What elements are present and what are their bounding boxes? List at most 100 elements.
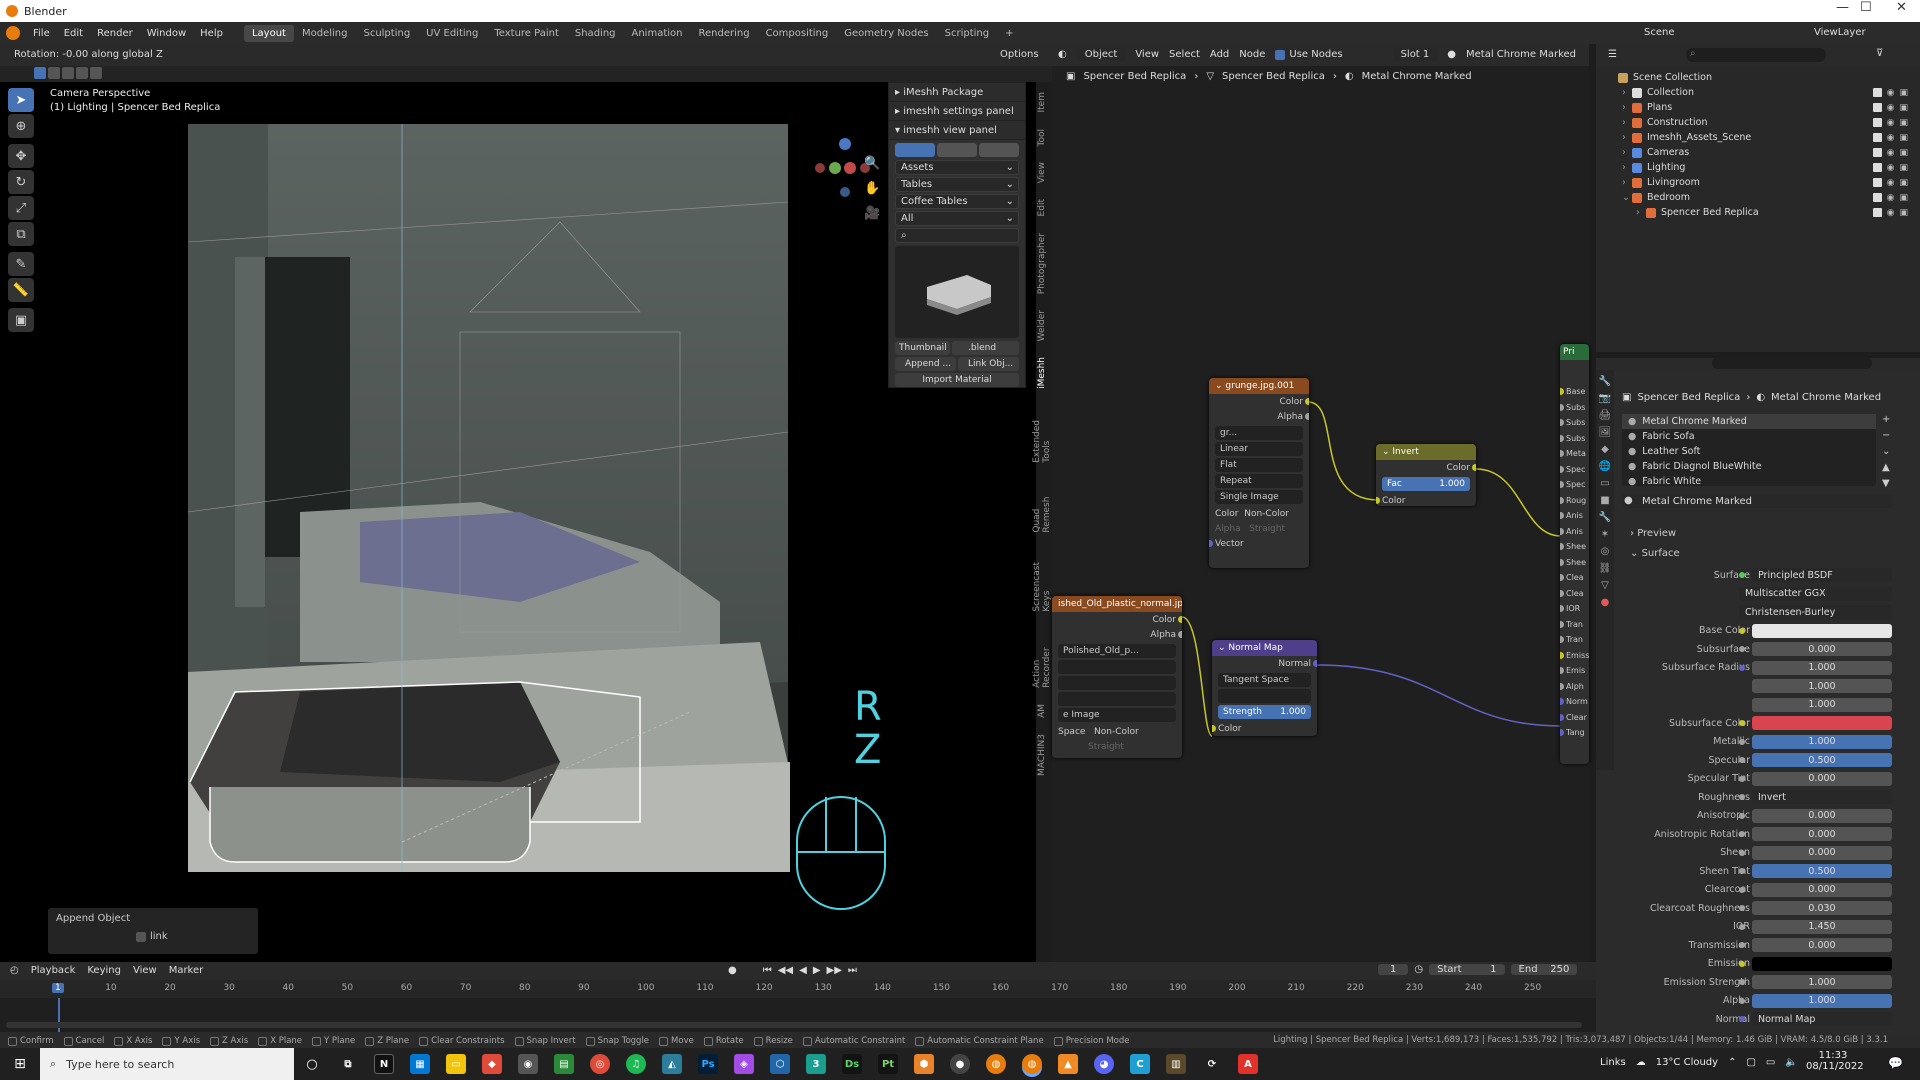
subsurface-method-dropdown[interactable]: Christensen-Burley: [1739, 605, 1892, 619]
app-icon[interactable]: ▥: [1166, 1054, 1186, 1074]
checkbox-icon[interactable]: [1872, 102, 1882, 112]
outliner-item[interactable]: › Cameras ◉ ▣: [1596, 145, 1920, 160]
material-name-field[interactable]: Metal Chrome Marked: [1466, 49, 1576, 60]
checkbox-icon[interactable]: [1872, 162, 1882, 172]
scale-tool[interactable]: ⤢: [8, 196, 34, 220]
disclosure-icon[interactable]: ›: [1622, 147, 1632, 158]
discord-icon[interactable]: ◕: [1094, 1054, 1114, 1074]
workspace-tab[interactable]: Modeling: [294, 25, 356, 42]
app-icon[interactable]: ◈: [734, 1054, 754, 1074]
asset-thumbnail[interactable]: [895, 246, 1019, 338]
add-slot-button[interactable]: +: [1882, 414, 1890, 425]
jump-end-icon[interactable]: ⏭: [848, 965, 857, 976]
extension-dropdown[interactable]: Repeat: [1215, 474, 1303, 488]
filter-icon[interactable]: ⊽: [1876, 48, 1883, 59]
last-operator-panel[interactable]: Append Object link: [48, 908, 258, 954]
socket-icon[interactable]: [1739, 923, 1745, 930]
distribution-dropdown[interactable]: Multiscatter GGX: [1739, 586, 1892, 601]
select-mode-subtract-icon[interactable]: [62, 67, 74, 79]
render-tab-icon[interactable]: 📷: [1599, 393, 1611, 404]
socket-icon[interactable]: [1739, 905, 1745, 911]
modifier-tab-icon[interactable]: 🔧: [1599, 512, 1611, 523]
asset-category-dropdown[interactable]: Assets ⌄: [895, 160, 1019, 175]
annotate-tool[interactable]: ✎: [8, 252, 34, 276]
workspace-tab[interactable]: Layout: [243, 24, 294, 42]
end-frame-field[interactable]: End 250: [1510, 964, 1578, 975]
close-button[interactable]: ✕: [1896, 0, 1907, 15]
socket-icon[interactable]: [1739, 720, 1745, 726]
uv-map-field[interactable]: [1218, 689, 1311, 703]
marker-menu[interactable]: Marker: [169, 965, 204, 976]
camera-icon[interactable]: ▣: [1899, 88, 1908, 98]
jump-start-icon[interactable]: ⏮: [763, 965, 772, 976]
npanel-tab[interactable]: Welder: [1036, 308, 1048, 343]
append-button[interactable]: Append ...: [895, 357, 956, 371]
designer-icon[interactable]: Ds: [842, 1054, 862, 1074]
app-icon[interactable]: ◉: [518, 1054, 538, 1074]
zoom-icon[interactable]: 🔍: [864, 156, 880, 171]
workspace-tab[interactable]: Geometry Nodes: [836, 25, 936, 42]
disclosure-icon[interactable]: ›: [1622, 177, 1632, 188]
editor-type-icon[interactable]: ◴: [10, 965, 19, 976]
camera-icon[interactable]: ▣: [1899, 208, 1908, 218]
app-icon[interactable]: C: [1130, 1054, 1150, 1074]
taskbar-search-box[interactable]: ⌕ Type here to search: [40, 1048, 294, 1080]
projection-dropdown[interactable]: Flat: [1215, 458, 1303, 472]
material-slot-list[interactable]: ● Metal Chrome Marked ● Fabric Sofa ● Leather…: [1622, 414, 1876, 487]
app-icon[interactable]: ◆: [482, 1054, 502, 1074]
disclosure-icon[interactable]: ›: [1622, 87, 1632, 98]
workspace-tab[interactable]: Animation: [624, 25, 691, 42]
socket-icon[interactable]: [1739, 812, 1745, 819]
select-mode-invert-icon[interactable]: [76, 67, 88, 79]
select-mode-intersect-icon[interactable]: [90, 67, 102, 79]
menu-help[interactable]: Help: [193, 28, 230, 39]
colorspace-row[interactable]: Space Non-Color: [1052, 724, 1182, 739]
thumbnail-button[interactable]: Thumbnail: [895, 341, 950, 355]
shader-input-field[interactable]: [1752, 716, 1892, 730]
weather-widget[interactable]: 13°C Cloudy: [1656, 1057, 1718, 1068]
source-dropdown[interactable]: Single Image: [1215, 490, 1303, 504]
blender-menu-icon[interactable]: [6, 26, 20, 40]
checkbox-icon[interactable]: [1872, 132, 1882, 142]
node-menu-view[interactable]: View: [1135, 49, 1159, 60]
record-icon[interactable]: ●: [728, 965, 737, 976]
node-menu-select[interactable]: Select: [1169, 49, 1200, 60]
npanel-tab[interactable]: Item: [1036, 90, 1048, 115]
app-icon[interactable]: ⬡: [770, 1054, 790, 1074]
material-slot-item[interactable]: ● Metal Chrome Marked: [1622, 414, 1876, 429]
use-nodes-checkbox[interactable]: [1275, 49, 1286, 60]
socket-icon[interactable]: [1739, 794, 1745, 800]
socket-icon[interactable]: [1739, 775, 1745, 782]
notification-icon[interactable]: 💬: [1888, 1056, 1903, 1070]
workspace-tab[interactable]: Texture Paint: [486, 25, 567, 42]
play-icon[interactable]: ▶: [813, 965, 821, 976]
current-frame-field[interactable]: 1: [1378, 964, 1409, 975]
outliner-item[interactable]: › Imeshh_Assets_Scene ◉ ▣: [1596, 130, 1920, 145]
workspace-tab[interactable]: Shading: [567, 25, 624, 42]
shader-input-field[interactable]: 0.000: [1752, 771, 1892, 786]
move-down-icon[interactable]: ▼: [1882, 478, 1890, 489]
tray-expand-icon[interactable]: ⌃: [1728, 1057, 1736, 1068]
surface-panel-header[interactable]: ⌄ Surface: [1630, 548, 1680, 559]
asset-type-model-button[interactable]: [895, 143, 935, 157]
transform-tool[interactable]: ⧉: [8, 222, 34, 246]
shader-input-field[interactable]: 1.000: [1752, 679, 1892, 693]
outliner[interactable]: ☰ ⌕ ⊽ Scene Collection › Collection ◉ ▣ › Plan…: [1596, 44, 1920, 352]
npanel-tab[interactable]: Edit: [1036, 197, 1048, 218]
app-icon[interactable]: ⟳: [1202, 1054, 1222, 1074]
shader-input-field[interactable]: 1.000: [1752, 975, 1892, 989]
properties-editor[interactable]: 🔧 📷 🖨 🖼 ◆ 🌐 ▭ ■ 🔧 ✶ ◎ ⛓ ▽ ● ▣ Spencer Be…: [1596, 357, 1920, 1034]
disclosure-icon[interactable]: ›: [1622, 162, 1632, 173]
socket-icon[interactable]: [1739, 831, 1745, 837]
outliner-item[interactable]: › Plans ◉ ▣: [1596, 100, 1920, 115]
imeshh-view-header[interactable]: ▾ imeshh view panel: [889, 121, 1025, 140]
eye-icon[interactable]: ◉: [1887, 193, 1895, 203]
notion-icon[interactable]: N: [374, 1054, 394, 1074]
view-menu[interactable]: View: [133, 965, 157, 976]
network-icon[interactable]: ▢: [1746, 1057, 1755, 1068]
collection-tab-icon[interactable]: ▭: [1600, 478, 1609, 489]
strength-field[interactable]: Strength 1.000: [1218, 705, 1311, 719]
asset-filter-dropdown[interactable]: All ⌄: [895, 211, 1019, 226]
eye-icon[interactable]: ◉: [1887, 148, 1895, 158]
asset-type-material-button[interactable]: [937, 143, 977, 157]
